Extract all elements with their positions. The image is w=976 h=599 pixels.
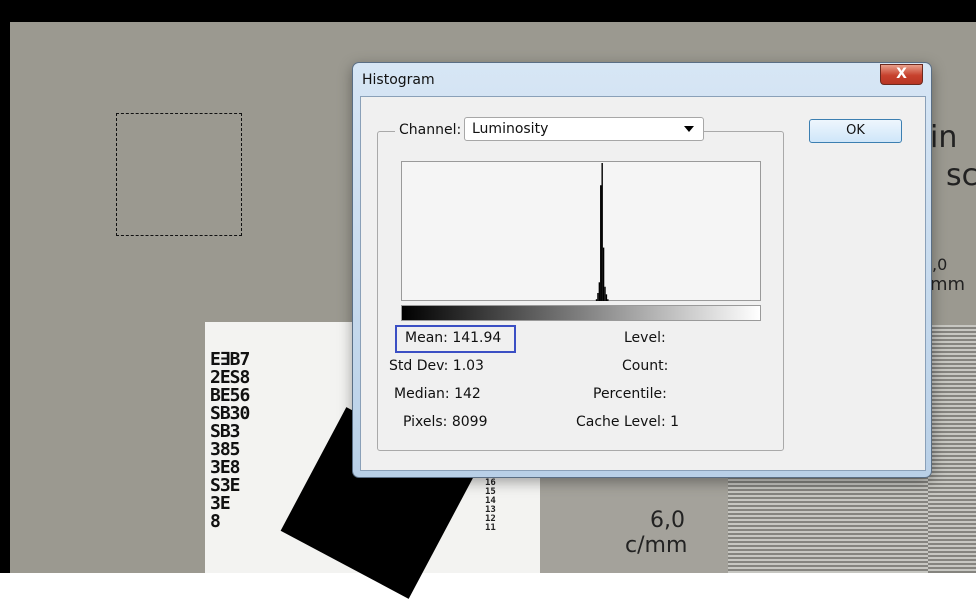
stat-cache-label: Cache Level: xyxy=(576,414,666,430)
frequency-value: 6,0 xyxy=(650,508,685,533)
partial-text: in xyxy=(930,120,958,155)
image-left-border xyxy=(0,22,10,573)
histogram-bar xyxy=(602,247,605,301)
channel-label: Channel: xyxy=(395,122,466,138)
partial-text: mm xyxy=(930,274,966,295)
stat-level: Level: xyxy=(624,330,666,346)
stat-cache-level: Cache Level: 1 xyxy=(576,414,679,430)
stat-mean-label: Mean: xyxy=(405,330,448,346)
stat-stddev: Std Dev: 1.03 xyxy=(389,358,484,374)
stat-stddev-value: 1.03 xyxy=(452,358,484,374)
close-button[interactable]: X xyxy=(880,64,923,85)
stat-count: Count: xyxy=(622,358,669,374)
histogram-bar xyxy=(604,286,606,301)
image-top-border xyxy=(0,0,976,22)
frequency-unit: c/mm xyxy=(625,533,688,558)
character-stack-small: 16 15 14 13 12 11 xyxy=(485,478,496,533)
histogram-bar xyxy=(598,282,601,301)
stat-median: Median: 142 xyxy=(394,386,481,402)
partial-text: ,0 xyxy=(932,255,948,274)
chevron-down-icon[interactable] xyxy=(684,126,694,132)
histogram-bar xyxy=(605,294,608,301)
histogram-bar xyxy=(607,299,609,301)
stat-percentile: Percentile: xyxy=(593,386,667,402)
histogram-bar xyxy=(601,163,603,301)
histogram-bar xyxy=(595,299,598,301)
character-stack: E∃B7 2ES8 BE56 SB30 SB3 385 3E8 S3E 3E 8 xyxy=(210,349,250,532)
histogram-bar xyxy=(600,185,602,301)
stat-pixels-value: 8099 xyxy=(451,414,488,430)
stat-pixels: Pixels: 8099 xyxy=(403,414,488,430)
stat-median-label: Median: xyxy=(394,386,450,402)
stat-mean: Mean: 141.94 xyxy=(405,330,501,346)
histogram-bar xyxy=(597,292,599,301)
stat-cache-value: 1 xyxy=(670,414,680,430)
stat-stddev-label: Std Dev: xyxy=(389,358,449,374)
selection-marquee[interactable] xyxy=(116,113,242,236)
tonal-gradient-bar xyxy=(401,305,761,321)
line-pattern-patch-right xyxy=(928,325,976,573)
ok-button[interactable]: OK xyxy=(809,119,902,143)
histogram-chart xyxy=(595,163,609,301)
stat-pixels-label: Pixels: xyxy=(403,414,448,430)
partial-text: sc xyxy=(946,158,976,193)
channel-selected-value: Luminosity xyxy=(472,121,549,137)
stat-median-value: 142 xyxy=(454,386,481,402)
stat-mean-value: 141.94 xyxy=(452,330,502,346)
dialog-title: Histogram xyxy=(362,72,435,88)
